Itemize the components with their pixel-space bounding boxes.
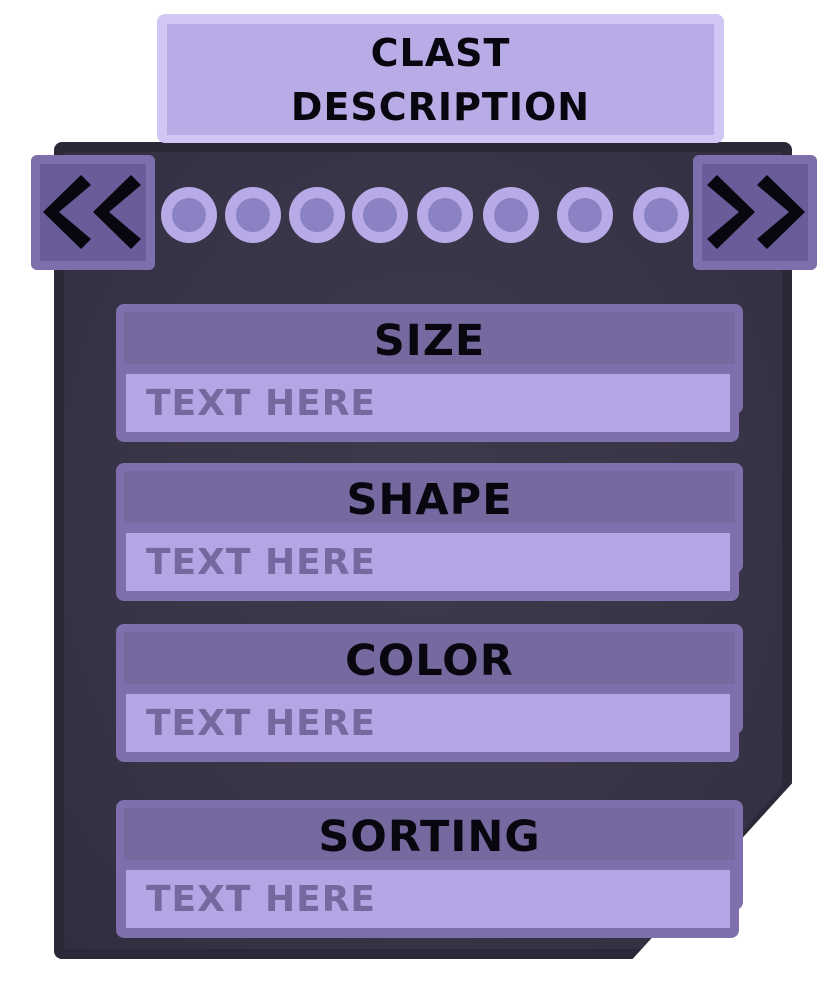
sorting-input[interactable]: TEXT HERE: [126, 870, 730, 928]
page-dot-7[interactable]: [557, 187, 613, 243]
clast-description-panel: CLAST DESCRIPTION SIZE TEXT HERE SHAPE T…: [0, 0, 828, 1001]
color-field-frame: TEXT HERE: [116, 684, 739, 762]
size-input[interactable]: TEXT HERE: [126, 374, 730, 432]
shape-label: SHAPE: [346, 475, 513, 525]
next-button[interactable]: [693, 155, 817, 270]
page-dot-2[interactable]: [225, 187, 281, 243]
page-dot-5[interactable]: [417, 187, 473, 243]
page-dot-1[interactable]: [161, 187, 217, 243]
color-input[interactable]: TEXT HERE: [126, 694, 730, 752]
double-chevron-left-icon: [43, 175, 141, 249]
shape-field-frame: TEXT HERE: [116, 523, 739, 601]
double-chevron-right-icon: [707, 175, 805, 249]
page-dot-3[interactable]: [289, 187, 345, 243]
page-dot-6[interactable]: [483, 187, 539, 243]
shape-input[interactable]: TEXT HERE: [126, 533, 730, 591]
sorting-field-frame: TEXT HERE: [116, 860, 739, 938]
page-dot-4[interactable]: [352, 187, 408, 243]
sorting-label: SORTING: [318, 812, 541, 862]
size-field-frame: TEXT HERE: [116, 364, 739, 442]
title-banner-inner: CLAST DESCRIPTION: [167, 24, 714, 135]
color-label: COLOR: [345, 636, 514, 686]
prev-button[interactable]: [31, 155, 155, 270]
page-dot-8[interactable]: [633, 187, 689, 243]
title-line-2: DESCRIPTION: [290, 84, 591, 129]
title-line-1: CLAST: [370, 30, 511, 75]
title-banner: CLAST DESCRIPTION: [157, 14, 724, 143]
size-label: SIZE: [373, 316, 486, 366]
